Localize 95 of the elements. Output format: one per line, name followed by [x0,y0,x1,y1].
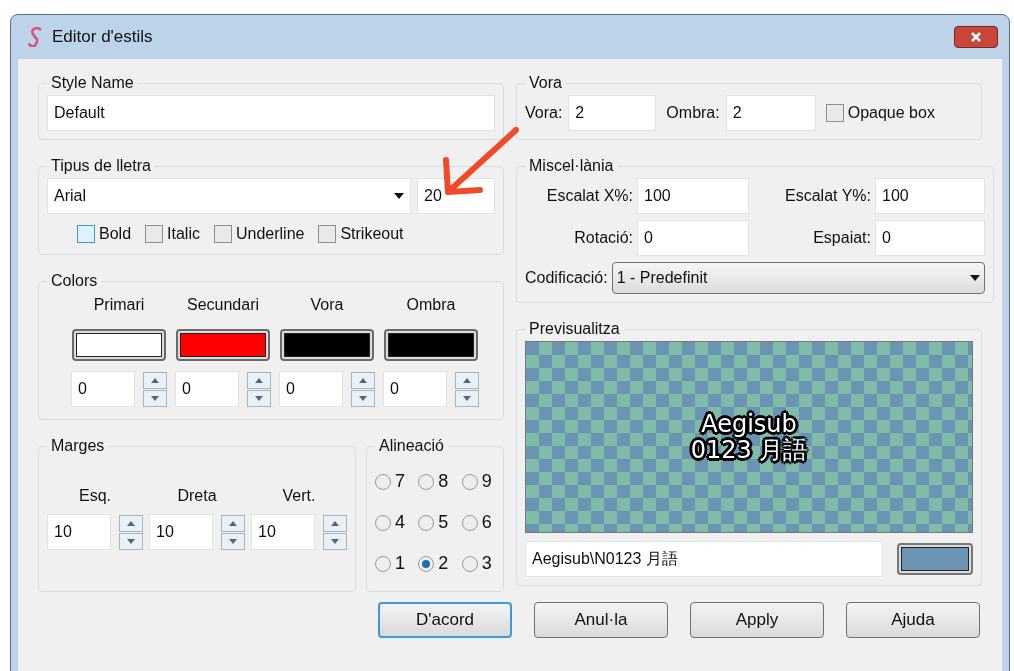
down-triangle-icon [463,395,471,401]
text-field[interactable]: 100 [875,178,985,214]
window-title: Editor d'estils [52,26,153,49]
checkbox[interactable]: Strikeout [318,222,404,246]
spin-up-button[interactable] [221,514,245,532]
spin-down-button[interactable] [143,389,167,407]
up-triangle-icon [127,520,135,526]
radio-button[interactable]: 3 [461,550,495,577]
spin-up-button[interactable] [455,371,479,389]
spin-down-button[interactable] [119,532,143,550]
color-label: Ombra [406,295,456,315]
group-label: Colors [50,271,99,291]
dialog-button[interactable]: D'acord [378,602,512,638]
field-label: Espaiat: [812,228,871,248]
text-field[interactable]: 2 [568,95,657,131]
checkbox[interactable]: Italic [145,222,200,246]
spin-field[interactable]: 10 [251,514,315,550]
dropdown-arrow-icon [394,193,404,199]
up-triangle-icon [151,377,159,383]
up-triangle-icon [359,377,367,383]
dialog-button[interactable]: Apply [690,602,824,638]
margin-label: Esq. [79,486,111,506]
color-label: Secundari [186,295,259,315]
field-label: Vora: [525,103,563,123]
spin-field[interactable]: 0 [71,371,135,407]
preview-text-field[interactable]: Aegisub\N0123 月語 [525,541,883,577]
spin-up-button[interactable] [119,514,143,532]
radio-button[interactable]: 7 [375,468,409,495]
radio-button[interactable]: 6 [461,509,495,536]
preview-text: 0123 月語 [690,437,808,463]
color-label: Vora [310,295,344,315]
margin-label: Dreta [177,486,217,506]
checkbox[interactable]: Opaque box [825,101,935,125]
spin-up-button[interactable] [247,371,271,389]
radio-button[interactable]: 8 [418,468,452,495]
text-field[interactable]: 0 [637,220,749,256]
field-label: Rotació: [573,228,633,248]
close-button[interactable] [954,26,998,48]
spin-up-button[interactable] [351,371,375,389]
radio-button[interactable]: 5 [418,509,452,536]
down-triangle-icon [127,538,135,544]
spin-field[interactable]: 0 [175,371,239,407]
radio-button[interactable]: 1 [375,550,409,577]
text-field[interactable]: 0 [875,220,985,256]
field-label: Escalat X%: [545,186,633,206]
dropdown-value: Arial [54,186,86,206]
app-logo-icon [28,27,44,47]
up-triangle-icon [331,520,339,526]
spin-field[interactable]: 0 [383,371,447,407]
encoding-dropdown[interactable]: 1 - Predefinit [611,262,985,294]
close-icon [970,32,982,42]
text-field[interactable]: Default [47,95,495,131]
group-label: Marges [50,436,106,456]
down-triangle-icon [255,395,263,401]
text-field[interactable]: 100 [637,178,749,214]
radio-button[interactable]: 2 [418,550,452,577]
spin-down-button[interactable] [323,532,347,550]
group-label: Previsualitza [528,319,621,339]
color-label: Primari [93,295,145,315]
margin-label: Vert. [282,486,316,506]
field-label: Escalat Y%: [784,186,871,206]
spin-field[interactable]: 0 [279,371,343,407]
spin-up-button[interactable] [143,371,167,389]
spin-down-button[interactable] [455,389,479,407]
field-label: Ombra: [666,103,720,123]
up-triangle-icon [463,377,471,383]
spin-down-button[interactable] [351,389,375,407]
font-dropdown[interactable]: Arial [47,178,411,214]
field-label: Codificació: [525,268,608,288]
down-triangle-icon [331,538,339,544]
spin-down-button[interactable] [247,389,271,407]
dialog-button[interactable]: Anul·la [534,602,668,638]
group-label: Alineació [378,436,445,456]
dropdown-arrow-icon [970,275,980,281]
text-field[interactable]: 2 [725,95,816,131]
group-label: Style Name [50,73,135,93]
dropdown-value: 1 - Predefinit [616,268,708,288]
spin-field[interactable]: 10 [47,514,111,550]
down-triangle-icon [229,538,237,544]
group-label: Vora [528,73,563,93]
radio-button[interactable]: 4 [375,509,409,536]
down-triangle-icon [359,395,367,401]
down-triangle-icon [151,395,159,401]
preview-text: Aegisub [701,411,797,437]
checkbox[interactable]: Bold [77,222,132,246]
spin-up-button[interactable] [323,514,347,532]
up-triangle-icon [255,377,263,383]
dialog-button[interactable]: Ajuda [846,602,980,638]
spin-field[interactable]: 10 [149,514,213,550]
up-triangle-icon [229,520,237,526]
checkbox[interactable]: Underline [213,222,305,246]
radio-button[interactable]: 9 [461,468,495,495]
group-label: Tipus de lletra [50,156,152,176]
group-label: Miscel·lània [528,156,615,176]
spin-down-button[interactable] [221,532,245,550]
